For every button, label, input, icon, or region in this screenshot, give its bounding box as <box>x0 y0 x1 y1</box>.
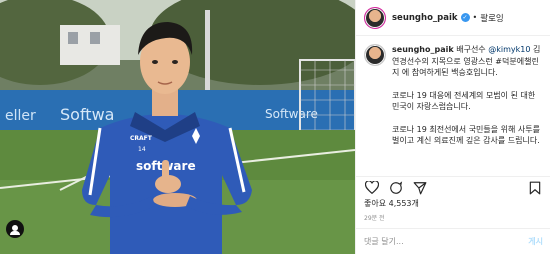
ad-board-left-text: eller <box>5 108 36 124</box>
bookmark-icon[interactable] <box>527 180 543 196</box>
mention-link[interactable]: @kimyk10 <box>488 45 530 54</box>
caption-username[interactable]: seungho_paik <box>392 45 454 54</box>
comment-input[interactable]: 댓글 달기... <box>364 236 528 247</box>
caption-paragraph-3: 코로나 19 최전선에서 국민들을 위해 사투를 벌이고 계신 의료진께 깊은 … <box>392 124 541 146</box>
photo-scene: eller Softwa Software CRAFT 14 software <box>0 0 355 254</box>
following-button[interactable]: 팔로잉 <box>480 12 503 24</box>
post-header: seungho_paik ✓ • 팔로잉 <box>356 0 550 36</box>
caption-paragraph-2: 코로나 19 대응에 전세계의 모범이 된 대한민국이 자랑스럽습니다. <box>392 90 536 112</box>
verified-badge-icon: ✓ <box>460 13 470 22</box>
action-bar <box>356 176 550 198</box>
jersey-sponsor-craft: CRAFT <box>130 135 153 142</box>
caption-avatar[interactable] <box>364 44 386 66</box>
post-photo[interactable]: eller Softwa Software CRAFT 14 software <box>0 0 355 254</box>
share-icon[interactable] <box>412 180 428 196</box>
post-comment-button[interactable]: 게시 <box>528 236 543 247</box>
header-username[interactable]: seungho_paik <box>392 13 458 23</box>
post-time: 29분 전 <box>364 215 385 222</box>
caption: seungho_paik 배구선수 @kimyk10 김연경선수의 지목으로 영… <box>356 36 550 158</box>
post-side-panel: seungho_paik ✓ • 팔로잉 seungho_paik 배구선수 @… <box>355 0 550 254</box>
header-separator: • <box>472 13 478 22</box>
comment-icon[interactable] <box>388 180 404 196</box>
comment-bar: 댓글 달기... 게시 <box>356 228 550 254</box>
tagged-user-icon[interactable] <box>6 220 24 238</box>
avatar[interactable] <box>364 6 386 29</box>
caption-line1-prefix: 배구선수 <box>453 45 489 54</box>
ad-board-text: Softwa <box>60 105 114 124</box>
heart-icon[interactable] <box>364 180 380 196</box>
jersey-number: 14 <box>138 146 146 153</box>
like-count[interactable]: 좋아요 4,553개 <box>364 198 419 209</box>
caption-text: seungho_paik 배구선수 @kimyk10 김연경선수의 지목으로 영… <box>392 44 542 158</box>
ad-board-right-text: Software <box>265 107 318 121</box>
